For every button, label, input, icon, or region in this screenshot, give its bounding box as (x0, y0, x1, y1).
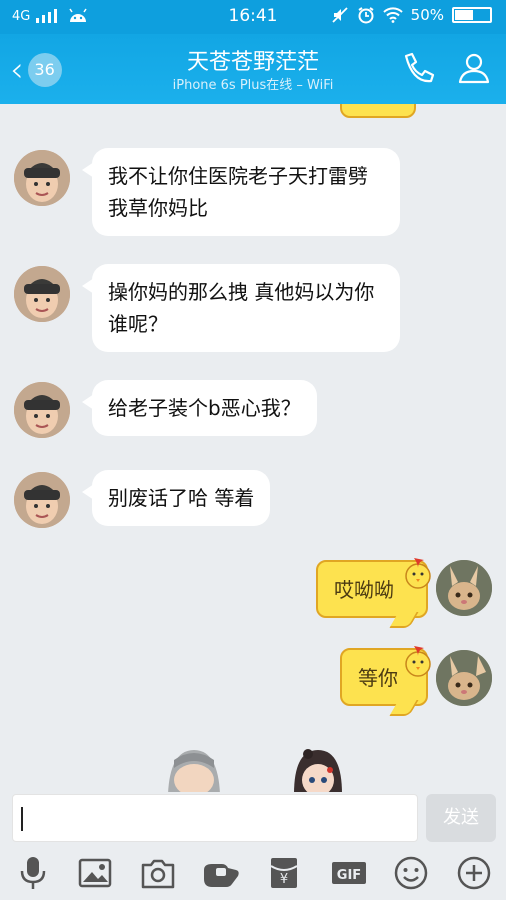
hongbao-icon[interactable] (202, 854, 240, 892)
message-text: 操你妈的那么拽 真他妈以为你谁呢？ (108, 280, 375, 336)
incoming-message[interactable]: 操你妈的那么拽 真他妈以为你谁呢？ (82, 264, 400, 352)
contact-avatar[interactable] (14, 382, 70, 438)
wallet-icon[interactable]: ¥ (265, 854, 303, 892)
incoming-message[interactable]: 别废话了哈 等着 (81, 470, 271, 526)
alarm-icon (358, 7, 374, 24)
battery-icon (452, 7, 492, 23)
chick-sticker-icon (405, 646, 431, 677)
message-text: 等你 (358, 666, 398, 690)
my-avatar[interactable] (436, 560, 492, 616)
my-avatar[interactable] (436, 650, 492, 706)
message-text: 哎呦呦 (334, 578, 394, 602)
microphone-icon[interactable] (14, 854, 52, 892)
contact-avatar[interactable] (14, 150, 70, 206)
partial-message-bubble (340, 104, 416, 118)
incoming-message[interactable]: 我不让你住医院老子天打雷劈我草你妈比 (82, 148, 400, 236)
mute-icon (332, 7, 348, 23)
cartoon-figure-left (168, 750, 220, 794)
message-text: 我不让你住医院老子天打雷劈我草你妈比 (108, 164, 368, 220)
gif-label: GIF (337, 868, 361, 883)
cartoon-figure-right (294, 749, 342, 794)
camera-icon[interactable] (139, 854, 177, 892)
battery-label: 50% (410, 6, 444, 24)
image-icon[interactable] (76, 854, 114, 892)
incoming-message[interactable]: 给老子装个b恶心我？ (82, 380, 317, 436)
text-caret (21, 807, 23, 831)
input-bar: 发送 (0, 792, 506, 846)
profile-icon[interactable] (454, 48, 494, 88)
message-list[interactable]: 我不让你住医院老子天打雷劈我草你妈比 操你妈的那么拽 真他妈以为你谁呢？ 给老子… (0, 104, 506, 794)
outgoing-message[interactable]: 哎呦呦 (316, 558, 431, 618)
contact-avatar[interactable] (14, 472, 70, 528)
message-text: 给老子装个b恶心我？ (108, 396, 301, 420)
contact-avatar[interactable] (14, 266, 70, 322)
gif-icon[interactable]: GIF (330, 854, 368, 892)
wifi-icon (382, 7, 403, 23)
message-input[interactable] (12, 794, 418, 842)
plus-icon[interactable] (455, 854, 493, 892)
send-button[interactable]: 发送 (426, 794, 496, 842)
emoji-icon[interactable] (392, 854, 430, 892)
chat-toolbar: ¥ GIF (0, 846, 506, 900)
svg-text:¥: ¥ (280, 872, 288, 887)
message-text: 别废话了哈 等着 (108, 486, 255, 510)
outgoing-message[interactable]: 等你 (340, 646, 431, 706)
chick-sticker-icon (405, 558, 431, 589)
phone-icon[interactable] (396, 48, 436, 88)
status-bar: 4G 16:41 50% (0, 0, 506, 34)
chat-header: ‹ 36 天苍苍野茫茫 iPhone 6s Plus在线 – WiFi (0, 34, 506, 104)
